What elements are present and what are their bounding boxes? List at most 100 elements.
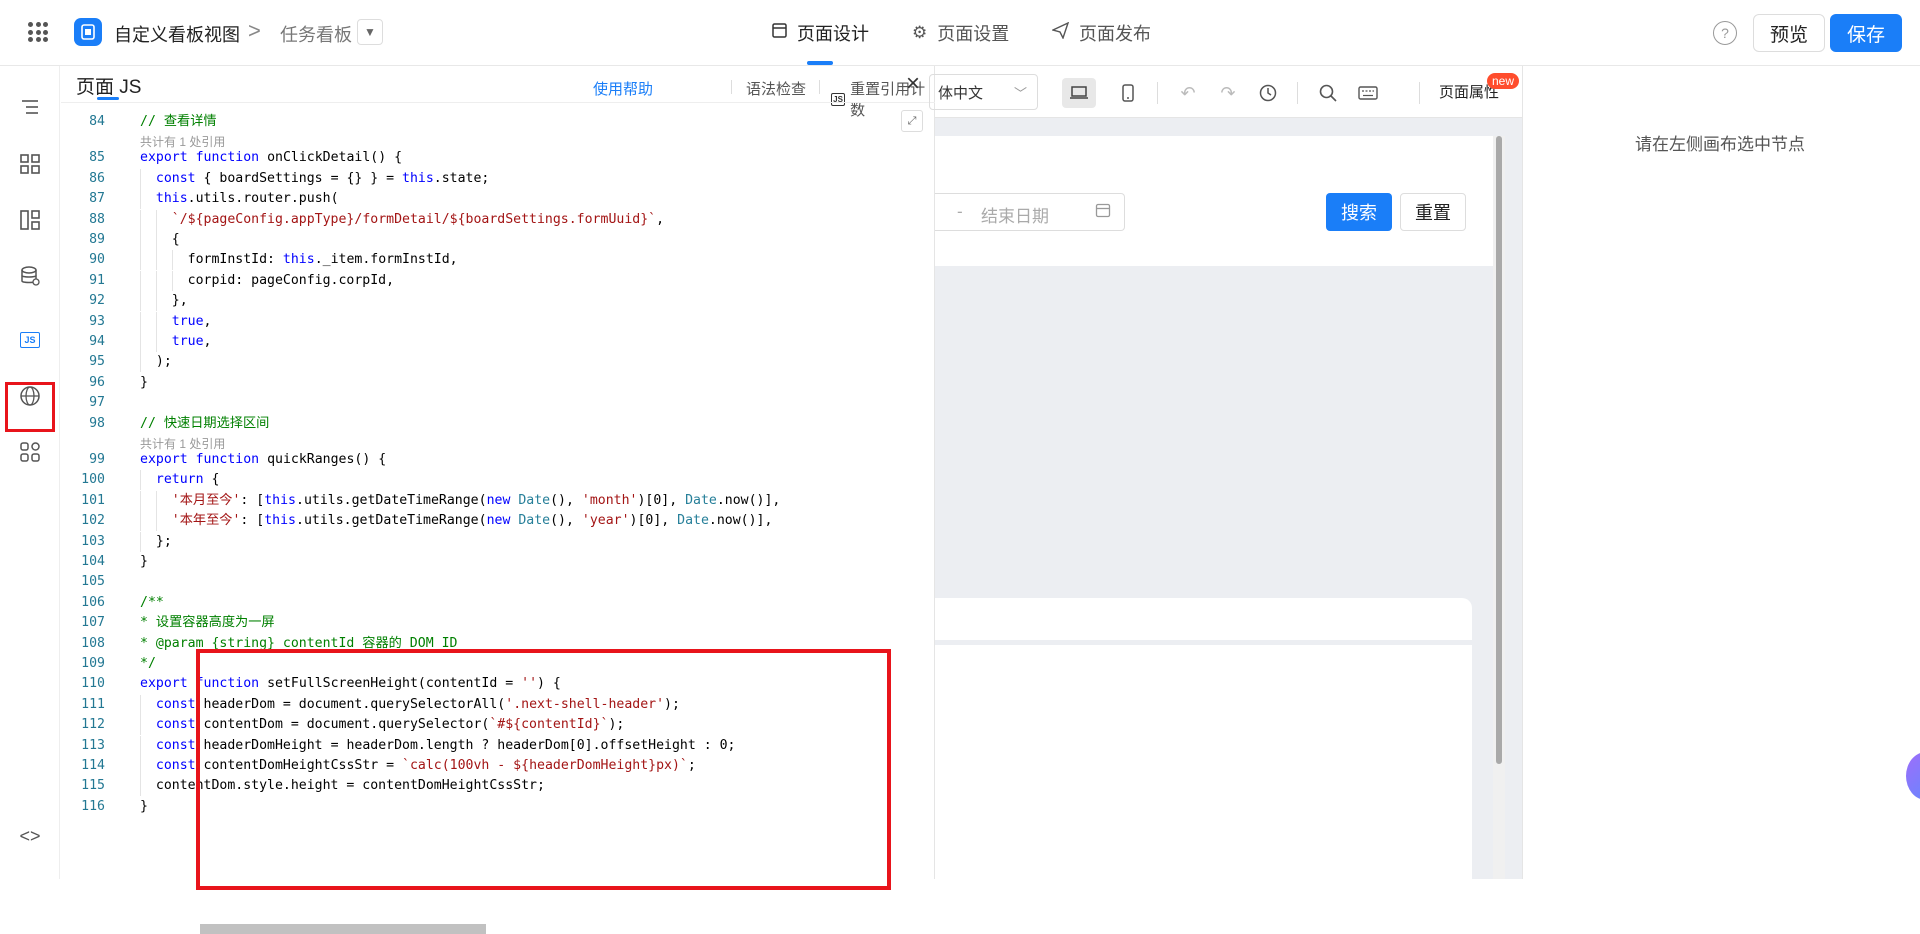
code-line[interactable]: 105 — [61, 572, 935, 592]
app-grid-icon[interactable] — [28, 22, 48, 42]
code-line[interactable]: 92 }, — [61, 291, 935, 312]
code-line[interactable]: 100 return { — [61, 470, 935, 491]
panel-title-underline — [97, 97, 119, 100]
code-text: }; — [140, 533, 172, 549]
tab-page-publish[interactable]: 页面发布 — [1051, 0, 1151, 66]
line-number: 110 — [81, 676, 105, 692]
divider — [731, 80, 732, 94]
breadcrumb-app-title[interactable]: 自定义看板视图 — [114, 21, 240, 47]
canvas-scrollbar[interactable] — [1496, 136, 1502, 764]
canvas-toolbar: 体中文 ﹀ ↶ ↷ 页面属性 new — [929, 66, 1522, 118]
help-icon[interactable]: ? — [1713, 21, 1737, 45]
code-line[interactable]: 87 this.utils.router.push( — [61, 189, 935, 210]
tab-page-design-label: 页面设计 — [797, 24, 869, 44]
breadcrumb-current-page[interactable]: 任务看板 — [280, 21, 352, 47]
line-number: 116 — [81, 798, 105, 814]
code-text: */ — [140, 656, 156, 671]
apps-icon[interactable] — [12, 434, 48, 470]
save-button[interactable]: 保存 — [1830, 14, 1902, 52]
date-range-picker[interactable]: - 结束日期 — [935, 193, 1125, 231]
panel-title: 页面 JS — [76, 77, 142, 98]
code-text: return { — [155, 472, 220, 488]
left-sidebar: JS <> — [0, 66, 60, 879]
code-text: this.utils.router.push( — [155, 191, 339, 207]
code-line[interactable]: 99 export function quickRanges() { — [61, 450, 935, 470]
code-line[interactable]: 103 }; — [61, 531, 935, 552]
line-number: 111 — [81, 696, 105, 712]
code-text: corpid: pageConfig.corpId, — [140, 272, 395, 288]
breadcrumb-separator-icon: > — [248, 18, 261, 43]
undo-icon[interactable]: ↶ — [1171, 78, 1205, 108]
code-line[interactable]: 90 formInstId: this._item.formInstId, — [61, 250, 935, 271]
components-icon[interactable] — [12, 146, 48, 182]
page-switch-dropdown[interactable]: ▼ — [357, 19, 383, 45]
code-line[interactable]: 106 /** — [61, 593, 935, 613]
line-number: 91 — [89, 272, 105, 288]
js-editor-panel: 页面 JS 使用帮助 语法检查 JS 重置引用计数 × ⤢ 84// 查看详情共… — [61, 66, 998, 934]
mobile-icon[interactable] — [1111, 78, 1145, 108]
redo-icon[interactable]: ↷ — [1211, 78, 1245, 108]
code-line[interactable]: 104} — [61, 552, 935, 572]
code-text: // 查看详情 — [140, 114, 217, 129]
code-icon[interactable]: <> — [12, 818, 48, 854]
tab-page-publish-label: 页面发布 — [1079, 24, 1151, 44]
code-line[interactable]: 86 const { boardSettings = {} } = this.s… — [61, 168, 935, 189]
line-number: 99 — [89, 452, 105, 467]
desktop-icon[interactable] — [1062, 78, 1096, 108]
code-line[interactable]: 98 // 快速日期选择区间 — [61, 414, 935, 434]
search-button[interactable]: 搜索 — [1326, 193, 1392, 231]
line-number: 84 — [89, 114, 105, 129]
help-link[interactable]: 使用帮助 — [593, 78, 653, 99]
line-number: 93 — [89, 313, 105, 329]
lint-link[interactable]: 语法检查 — [746, 78, 806, 99]
outline-icon[interactable] — [12, 90, 48, 126]
search-icon[interactable] — [1311, 78, 1345, 108]
code-line[interactable]: 91 corpid: pageConfig.corpId, — [61, 270, 935, 291]
code-line[interactable]: 93 true, — [61, 311, 935, 332]
line-number: 103 — [81, 533, 105, 549]
app-logo-icon — [74, 18, 102, 46]
code-line[interactable]: 88 `/${pageConfig.appType}/formDetail/${… — [61, 209, 935, 230]
code-line[interactable]: 89 { — [61, 230, 935, 250]
keyboard-icon[interactable] — [1351, 78, 1385, 108]
history-icon[interactable] — [1251, 78, 1285, 108]
code-line[interactable]: 94 true, — [61, 332, 935, 352]
code-text: formInstId: this._item.formInstId, — [140, 252, 458, 268]
datasource-icon[interactable] — [12, 258, 48, 294]
line-number: 96 — [89, 374, 105, 390]
line-number: 102 — [81, 513, 105, 529]
line-number: 112 — [81, 717, 105, 733]
preview-button[interactable]: 预览 — [1753, 14, 1825, 52]
code-line[interactable]: 95 ); — [61, 352, 935, 373]
js-icon[interactable]: JS — [12, 322, 48, 358]
code-text: export function onClickDetail() { — [140, 150, 403, 166]
code-line[interactable]: 97 — [61, 393, 935, 413]
horizontal-scrollbar[interactable] — [200, 924, 486, 934]
layout-icon[interactable] — [12, 202, 48, 238]
chevron-down-icon: ﹀ — [1013, 86, 1027, 101]
active-tab-indicator — [807, 61, 833, 65]
tab-page-design[interactable]: 页面设计 — [772, 0, 869, 66]
line-number: 89 — [89, 232, 105, 247]
code-text: true, — [171, 313, 212, 329]
send-icon — [1051, 21, 1070, 44]
close-icon[interactable]: × — [906, 70, 920, 98]
tab-page-settings[interactable]: ⚙ 页面设置 — [912, 0, 1009, 66]
reset-button[interactable]: 重置 — [1400, 193, 1466, 231]
language-select[interactable]: 体中文 ﹀ — [929, 74, 1038, 110]
code-line[interactable]: 85 export function onClickDetail() { — [61, 148, 935, 168]
code-line[interactable]: 107 * 设置容器高度为一屏 — [61, 613, 935, 633]
code-line[interactable]: 96} — [61, 373, 935, 393]
line-number: 108 — [81, 635, 105, 651]
line-number: 98 — [89, 415, 105, 431]
properties-panel: 请在左侧画布选中节点 — [1522, 66, 1920, 879]
code-line[interactable]: 101 '本月至今': [this.utils.getDateTimeRange… — [61, 490, 935, 511]
content-card — [935, 645, 1472, 879]
code-line[interactable]: 102 '本年至今': [this.utils.getDateTimeRange… — [61, 511, 935, 532]
globe-icon[interactable] — [12, 378, 48, 414]
code-line[interactable]: 84 // 查看详情 — [61, 112, 935, 132]
date-range-dash: - — [957, 202, 963, 221]
code-text: } — [140, 798, 148, 814]
code-text: { — [140, 232, 180, 247]
line-number: 87 — [89, 191, 105, 207]
